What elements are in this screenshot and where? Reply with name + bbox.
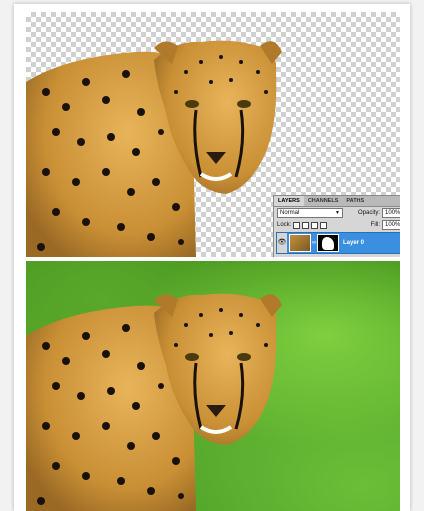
lock-position-icon[interactable]: [311, 221, 319, 229]
cheetah-on-grass-image: [26, 293, 282, 511]
lock-all-icon[interactable]: [320, 221, 328, 229]
blend-mode-select[interactable]: Normal ▼: [277, 208, 343, 218]
layers-panel: LAYERS CHANNELS PATHS ≡ Normal ▼ Opacity…: [273, 195, 400, 257]
fill-input[interactable]: 100%: [382, 220, 400, 230]
layer-name[interactable]: Layer 0: [343, 240, 364, 246]
layers-panel-tabs: LAYERS CHANNELS PATHS ≡: [274, 196, 400, 207]
lock-transparent-icon[interactable]: [293, 221, 301, 229]
lock-row: Lock: Fill: 100% ▸: [274, 219, 400, 231]
chevron-down-icon: ▼: [335, 210, 340, 216]
eye-icon[interactable]: 👁: [277, 233, 287, 253]
layer-mask-thumbnail[interactable]: [317, 234, 339, 252]
lock-label: Lock:: [277, 222, 292, 228]
blend-mode-value: Normal: [280, 210, 300, 216]
layer-thumbnail: [289, 234, 311, 252]
tab-paths[interactable]: PATHS: [342, 196, 368, 206]
layer-item[interactable]: 👁 ∞ Layer 0: [276, 232, 400, 254]
lock-pixels-icon[interactable]: [302, 221, 310, 229]
opacity-input[interactable]: 100%: [382, 208, 400, 218]
cutout-canvas: LAYERS CHANNELS PATHS ≡ Normal ▼ Opacity…: [26, 12, 400, 257]
fill-label: Fill:: [370, 222, 380, 228]
tab-layers[interactable]: LAYERS: [274, 196, 304, 206]
opacity-label: Opacity:: [357, 210, 380, 216]
composite-result: [26, 261, 400, 511]
blend-row: Normal ▼ Opacity: 100% ▸: [274, 207, 400, 219]
tab-channels[interactable]: CHANNELS: [304, 196, 343, 206]
